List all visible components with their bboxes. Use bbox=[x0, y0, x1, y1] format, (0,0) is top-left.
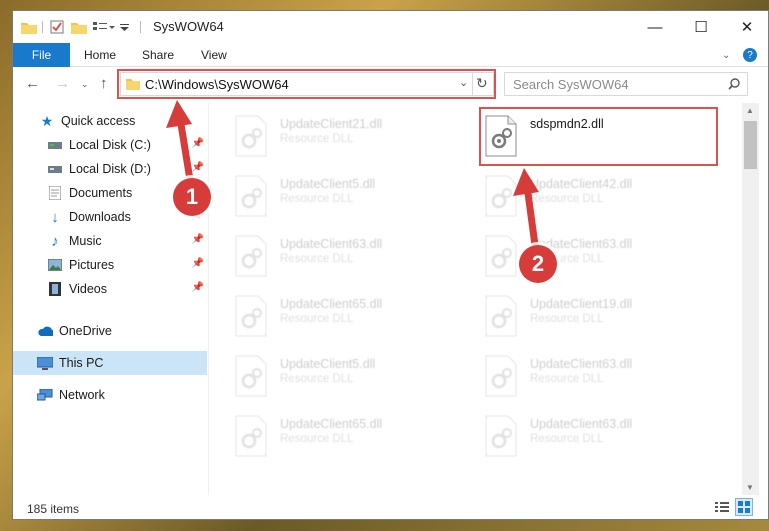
step-1-badge: 1 bbox=[173, 178, 211, 216]
arrow-2-shaft bbox=[523, 182, 539, 249]
annotation-arrows bbox=[166, 100, 539, 249]
step-2-badge: 2 bbox=[519, 245, 557, 283]
arrow-1-head bbox=[166, 100, 192, 128]
arrow-2-head bbox=[513, 168, 539, 196]
arrow-1-shaft bbox=[176, 114, 194, 184]
